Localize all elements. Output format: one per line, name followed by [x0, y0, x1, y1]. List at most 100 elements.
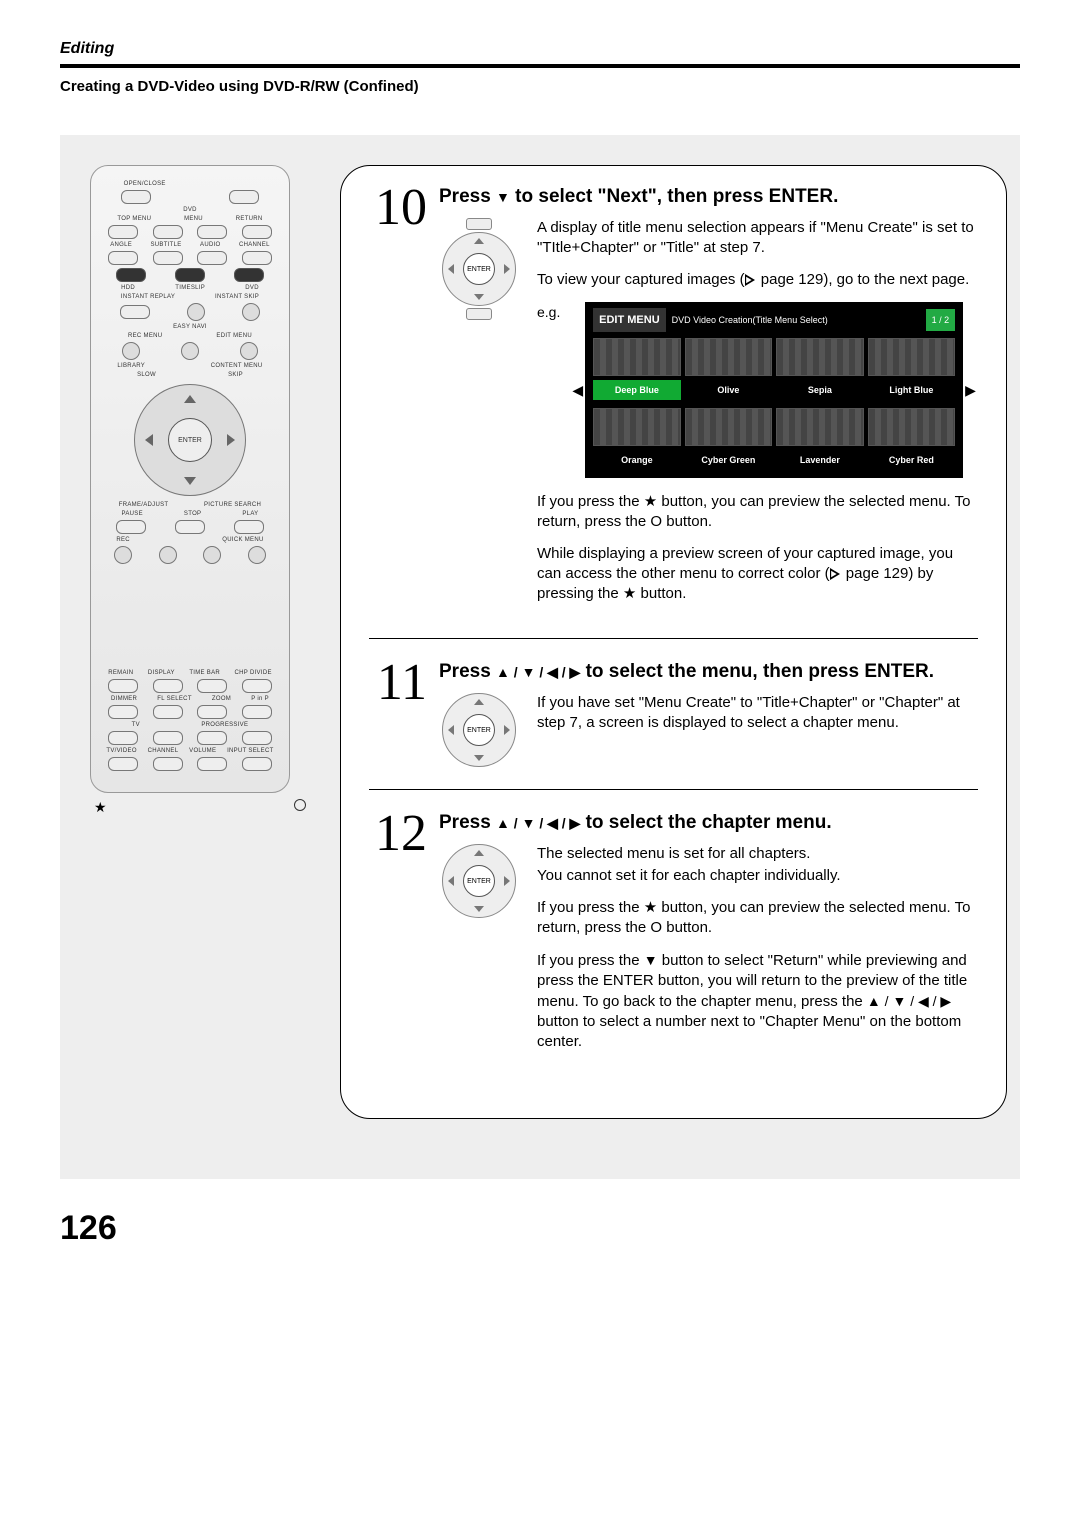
dpad-down-icon	[474, 755, 484, 761]
dpad-up-icon	[184, 395, 196, 403]
dpad-up-icon	[474, 850, 484, 856]
osd-l6: Cyber Green	[685, 450, 773, 470]
lbl-vol: VOLUME	[189, 748, 216, 754]
btn	[197, 251, 227, 265]
lbl-remain: REMAIN	[108, 670, 133, 676]
s10p2b: page 129), go to the next page.	[757, 271, 970, 288]
lbl-pinp: P in P	[251, 696, 269, 702]
btn	[153, 731, 183, 745]
s10p4c: button.	[636, 585, 686, 602]
step-11-title: Press ▲ / ▼ / ◀ / ▶ to select the menu, …	[439, 661, 978, 683]
lbl-pause: PAUSE	[122, 511, 143, 517]
play-btn	[234, 520, 264, 534]
lbl-timeslip: TIMESLIP	[175, 285, 205, 291]
osd-l1: Deep Blue	[593, 380, 681, 400]
remote-wrap: OPEN/CLOSE DVD TOP MENU MENU RETURN ANGL…	[90, 165, 310, 1119]
o-btn	[203, 546, 221, 564]
dpad: ENTER	[134, 384, 246, 496]
quick-btn	[248, 546, 266, 564]
osd-right-arrow-icon: ▶	[963, 380, 978, 400]
btn	[197, 757, 227, 771]
lbl-play: PLAY	[242, 511, 258, 517]
star-icon: ★	[644, 493, 657, 510]
lbl-return: RETURN	[236, 216, 263, 222]
separator	[369, 638, 978, 639]
down-arrow-icon: ▼	[496, 186, 510, 208]
osd-l5: Orange	[593, 450, 681, 470]
btn	[153, 705, 183, 719]
dpad-small: ENTER	[442, 693, 516, 767]
lbl-rec: REC	[116, 537, 130, 543]
lbl-display: DISPLAY	[148, 670, 175, 676]
lbl-inpsel: INPUT SELECT	[227, 748, 274, 754]
page-subtitle: Creating a DVD-Video using DVD-R/RW (Con…	[60, 78, 1020, 95]
dpad-left-icon	[448, 725, 454, 735]
lbl-channel: CHANNEL	[239, 242, 270, 248]
dpad-up-icon	[474, 238, 484, 244]
step-num-11: 11	[369, 661, 427, 767]
lbl-library: LIBRARY	[117, 363, 145, 369]
s10p2a: To view your captured images (	[537, 271, 745, 288]
star-icon: ★	[644, 899, 657, 916]
btn	[108, 679, 138, 693]
dpad-left-icon	[448, 264, 454, 274]
lbl-hdd: HDD	[121, 285, 135, 291]
btn	[242, 757, 272, 771]
osd-thumb	[776, 338, 864, 376]
lbl-recmenu: REC MENU	[128, 333, 162, 339]
s12-p1: The selected menu is set for all chapter…	[537, 844, 978, 864]
osd-left-arrow-icon: ◀	[570, 380, 585, 400]
step-11: 11 Press ▲ / ▼ / ◀ / ▶ to select the men…	[369, 661, 978, 767]
osd-screenshot: EDIT MENU DVD Video Creation(Title Menu …	[585, 302, 963, 478]
s12-p3: If you press the ▼ button to select "Ret…	[537, 950, 978, 1052]
lbl-openclose: OPEN/CLOSE	[124, 181, 166, 187]
lbl-chpdiv: CHP DIVIDE	[235, 670, 272, 676]
dpad-diagram: ENTER	[439, 693, 519, 767]
up-btn	[242, 225, 272, 239]
down-btn	[242, 251, 272, 265]
dpad-enter: ENTER	[463, 253, 495, 285]
osd-l4: Light Blue	[868, 380, 956, 400]
dpad-small: ENTER	[442, 844, 516, 918]
osd-thumb	[685, 408, 773, 446]
btn	[242, 303, 260, 321]
dpad-up-icon	[474, 699, 484, 705]
btn	[153, 251, 183, 265]
separator	[369, 789, 978, 790]
star-icon: ★	[623, 585, 636, 602]
lbl-tvvideo: TV/VIDEO	[106, 748, 136, 754]
osd-thumb	[685, 338, 773, 376]
osd-l7: Lavender	[776, 450, 864, 470]
lbl-tv: TV	[132, 722, 140, 728]
btn	[108, 705, 138, 719]
t11a: Press	[439, 661, 496, 682]
s12-p2: If you press the ★ button, you can previ…	[537, 898, 978, 938]
t11b: to select the menu, then press ENTER.	[580, 661, 934, 682]
btn	[153, 679, 183, 693]
dpad-diagram: ENTER	[439, 218, 519, 616]
lbl-easy: EASY NAVI	[101, 324, 279, 330]
osd-title: DVD Video Creation(Title Menu Select)	[672, 310, 828, 330]
btn	[181, 342, 199, 360]
lbl-audio: AUDIO	[200, 242, 221, 248]
step-12-title: Press ▲ / ▼ / ◀ / ▶ to select the chapte…	[439, 812, 978, 834]
btn	[242, 731, 272, 745]
s12p2a: If you press the	[537, 899, 644, 916]
eject-icon	[121, 190, 151, 204]
btn	[153, 757, 183, 771]
btn	[108, 731, 138, 745]
down-arrow-icon: ▼	[644, 950, 658, 970]
osd-thumb	[776, 408, 864, 446]
s10-p3: If you press the ★ button, you can previ…	[537, 492, 978, 532]
osd-page: 1 / 2	[926, 309, 956, 331]
section-heading: Editing	[60, 40, 1020, 58]
dpad-down-icon	[474, 294, 484, 300]
main-area: OPEN/CLOSE DVD TOP MENU MENU RETURN ANGL…	[60, 135, 1020, 1179]
lbl-dvd: DVD	[101, 207, 279, 213]
dpad-left-icon	[448, 876, 454, 886]
osd-thumb	[593, 338, 681, 376]
dpad-enter: ENTER	[168, 418, 212, 462]
t12a: Press	[439, 812, 496, 833]
btn	[240, 342, 258, 360]
btn	[197, 679, 227, 693]
